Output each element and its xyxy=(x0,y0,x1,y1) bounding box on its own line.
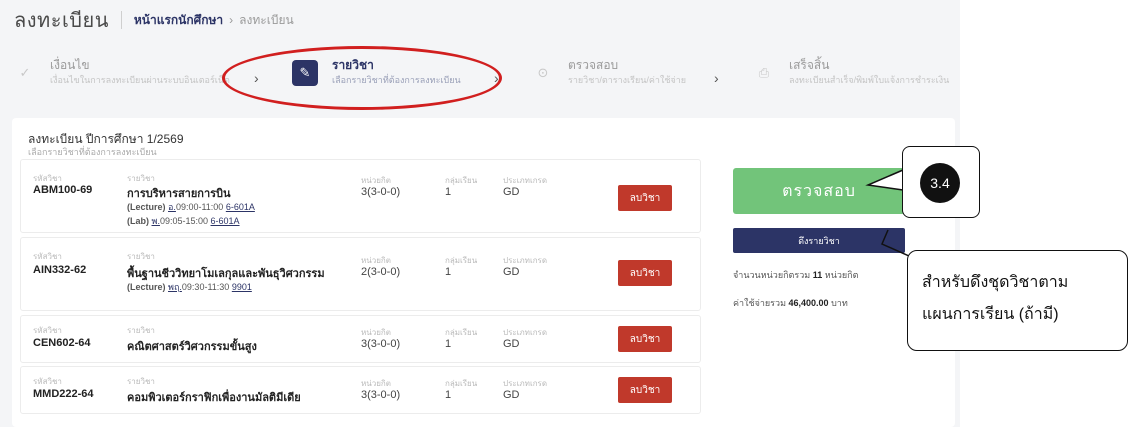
step-number-callout: 3.4 xyxy=(902,146,980,218)
note-line: สำหรับดึงชุดวิชาตาม xyxy=(922,274,1069,291)
pull-courses-note-callout: สำหรับดึงชุดวิชาตาม แผนการเรียน (ถ้ามี) xyxy=(907,250,1128,351)
step-number-badge: 3.4 xyxy=(920,163,960,203)
note-line: แผนการเรียน (ถ้ามี) xyxy=(922,306,1059,323)
note-callout-pointer xyxy=(881,229,910,257)
step-callout-pointer xyxy=(865,169,904,191)
